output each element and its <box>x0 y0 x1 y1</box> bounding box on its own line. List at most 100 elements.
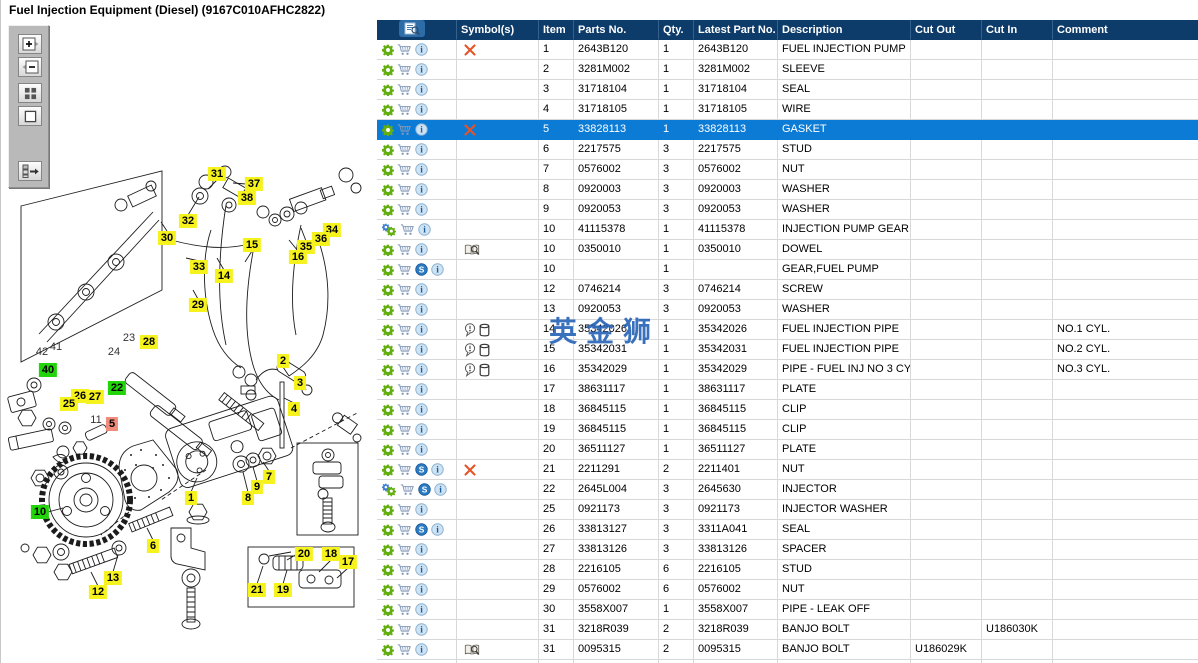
cart-icon[interactable] <box>397 43 412 56</box>
diagram-item-label-23[interactable]: 23 <box>122 331 136 345</box>
column-header-qty[interactable]: Qty. <box>659 20 694 40</box>
info-icon[interactable]: i <box>431 523 444 536</box>
info-icon[interactable]: i <box>415 63 428 76</box>
config-gear-icon[interactable] <box>382 244 394 256</box>
table-row[interactable]: i 4 31718105 1 31718105 WIRE <box>377 100 1198 120</box>
diagram-item-label-24[interactable]: 24 <box>107 345 121 359</box>
diagram-item-label-42[interactable]: 42 <box>35 345 49 359</box>
config-gear-icon[interactable] <box>382 64 394 76</box>
cart-icon[interactable] <box>397 383 412 396</box>
config-gear-icon[interactable] <box>382 564 394 576</box>
cart-icon[interactable] <box>397 323 412 336</box>
diagram-item-label-41[interactable]: 41 <box>49 340 63 354</box>
config-gear-icon[interactable] <box>382 424 394 436</box>
cart-icon[interactable] <box>400 223 415 236</box>
config-gear-icon[interactable] <box>382 544 394 556</box>
table-row[interactable]: i 17 38631117 1 38631117 PLATE <box>377 380 1198 400</box>
info-icon[interactable]: i <box>415 183 428 196</box>
info-icon[interactable]: i <box>415 563 428 576</box>
cart-icon[interactable] <box>397 203 412 216</box>
column-header-item[interactable]: Item <box>539 20 574 40</box>
info-icon[interactable]: i <box>415 303 428 316</box>
info-icon[interactable]: i <box>415 403 428 416</box>
config-gear-icon[interactable] <box>382 604 394 616</box>
cart-icon[interactable] <box>397 503 412 516</box>
export-panel-button[interactable] <box>18 161 42 181</box>
cart-icon[interactable] <box>397 463 412 476</box>
thumbnail-view-button[interactable] <box>18 83 42 103</box>
stock-icon[interactable]: S <box>415 523 428 536</box>
diagram-item-label-16[interactable]: 16 <box>288 250 308 264</box>
cart-icon[interactable] <box>397 183 412 196</box>
diagram-item-label-11[interactable]: 11 <box>89 413 102 427</box>
fit-view-button[interactable] <box>18 106 42 126</box>
table-row[interactable]: i 9 0920053 3 0920053 WASHER <box>377 200 1198 220</box>
info-icon[interactable]: i <box>418 223 431 236</box>
stock-icon[interactable]: S <box>418 483 431 496</box>
cart-icon[interactable] <box>397 83 412 96</box>
table-row[interactable]: Si 26 33813127 3 3311A041 SEAL <box>377 520 1198 540</box>
table-row[interactable]: i 20 36511127 1 36511127 PLATE <box>377 440 1198 460</box>
alternatives-gear-icon[interactable] <box>382 483 397 497</box>
stock-icon[interactable]: S <box>415 463 428 476</box>
table-row[interactable]: i 5 33828113 1 33828113 GASKET <box>377 120 1198 140</box>
table-row[interactable]: i 27 33813126 3 33813126 SPACER <box>377 540 1198 560</box>
config-gear-icon[interactable] <box>382 504 394 516</box>
diagram-item-label-20[interactable]: 20 <box>294 547 314 561</box>
config-gear-icon[interactable] <box>382 584 394 596</box>
diagram-item-label-4[interactable]: 4 <box>287 402 301 416</box>
config-gear-icon[interactable] <box>382 384 394 396</box>
table-row[interactable]: i 31 3218R039 2 3218R039 BANJO BOLT U186030K <box>377 620 1198 640</box>
info-icon[interactable]: i <box>415 543 428 556</box>
diagram-item-label-1[interactable]: 1 <box>184 491 198 505</box>
config-gear-icon[interactable] <box>382 44 394 56</box>
info-icon[interactable]: i <box>415 243 428 256</box>
info-icon[interactable]: i <box>415 583 428 596</box>
diagram-item-label-33[interactable]: 33 <box>189 260 209 274</box>
diagram-item-label-5[interactable]: 5 <box>105 417 119 431</box>
diagram-item-label-14[interactable]: 14 <box>214 269 234 283</box>
info-icon[interactable]: i <box>415 123 428 136</box>
cart-icon[interactable] <box>397 603 412 616</box>
table-row[interactable]: Si 10 1 GEAR,FUEL PUMP <box>377 260 1198 280</box>
cart-icon[interactable] <box>397 443 412 456</box>
table-row[interactable]: i 30 3558X007 1 3558X007 PIPE - LEAK OFF <box>377 600 1198 620</box>
cart-icon[interactable] <box>397 343 412 356</box>
diagram-item-label-13[interactable]: 13 <box>103 571 123 585</box>
diagram-item-label-37[interactable]: 37 <box>244 177 264 191</box>
cart-icon[interactable] <box>397 623 412 636</box>
column-header-cutout[interactable]: Cut Out <box>911 20 982 40</box>
cart-icon[interactable] <box>397 263 412 276</box>
diagram-item-label-27[interactable]: 27 <box>85 390 105 404</box>
diagram-item-label-17[interactable]: 17 <box>338 555 358 569</box>
config-gear-icon[interactable] <box>382 284 394 296</box>
table-row[interactable]: i 3 31718104 1 31718104 SEAL <box>377 80 1198 100</box>
diagram-item-label-21[interactable]: 21 <box>247 583 267 597</box>
diagram-item-label-15[interactable]: 15 <box>242 238 262 252</box>
info-icon[interactable]: i <box>415 283 428 296</box>
table-row[interactable]: Si 22 2645L004 3 2645630 INJECTOR <box>377 480 1198 500</box>
config-gear-icon[interactable] <box>382 104 394 116</box>
config-gear-icon[interactable] <box>382 444 394 456</box>
column-header-latest[interactable]: Latest Part No. <box>694 20 778 40</box>
diagram-item-label-30[interactable]: 30 <box>157 231 177 245</box>
table-row[interactable]: i 18 36845115 1 36845115 CLIP <box>377 400 1198 420</box>
config-gear-icon[interactable] <box>382 524 394 536</box>
table-row[interactable]: i 28 2216105 6 2216105 STUD <box>377 560 1198 580</box>
config-gear-icon[interactable] <box>382 404 394 416</box>
diagram-item-label-31[interactable]: 31 <box>207 167 227 181</box>
info-icon[interactable]: i <box>415 643 428 656</box>
diagram-item-label-32[interactable]: 32 <box>178 214 198 228</box>
config-gear-icon[interactable] <box>382 124 394 136</box>
diagram-item-label-10[interactable]: 10 <box>30 505 50 519</box>
info-icon[interactable]: i <box>415 163 428 176</box>
table-row[interactable]: i 16 35342029 1 35342029 PIPE - FUEL INJ NO 3… <box>377 360 1198 380</box>
column-header-cutin[interactable]: Cut In <box>982 20 1053 40</box>
cart-icon[interactable] <box>397 283 412 296</box>
diagram-item-label-19[interactable]: 19 <box>273 583 293 597</box>
cart-icon[interactable] <box>397 563 412 576</box>
info-icon[interactable]: i <box>415 603 428 616</box>
config-gear-icon[interactable] <box>382 184 394 196</box>
config-gear-icon[interactable] <box>382 264 394 276</box>
info-icon[interactable]: i <box>415 363 428 376</box>
